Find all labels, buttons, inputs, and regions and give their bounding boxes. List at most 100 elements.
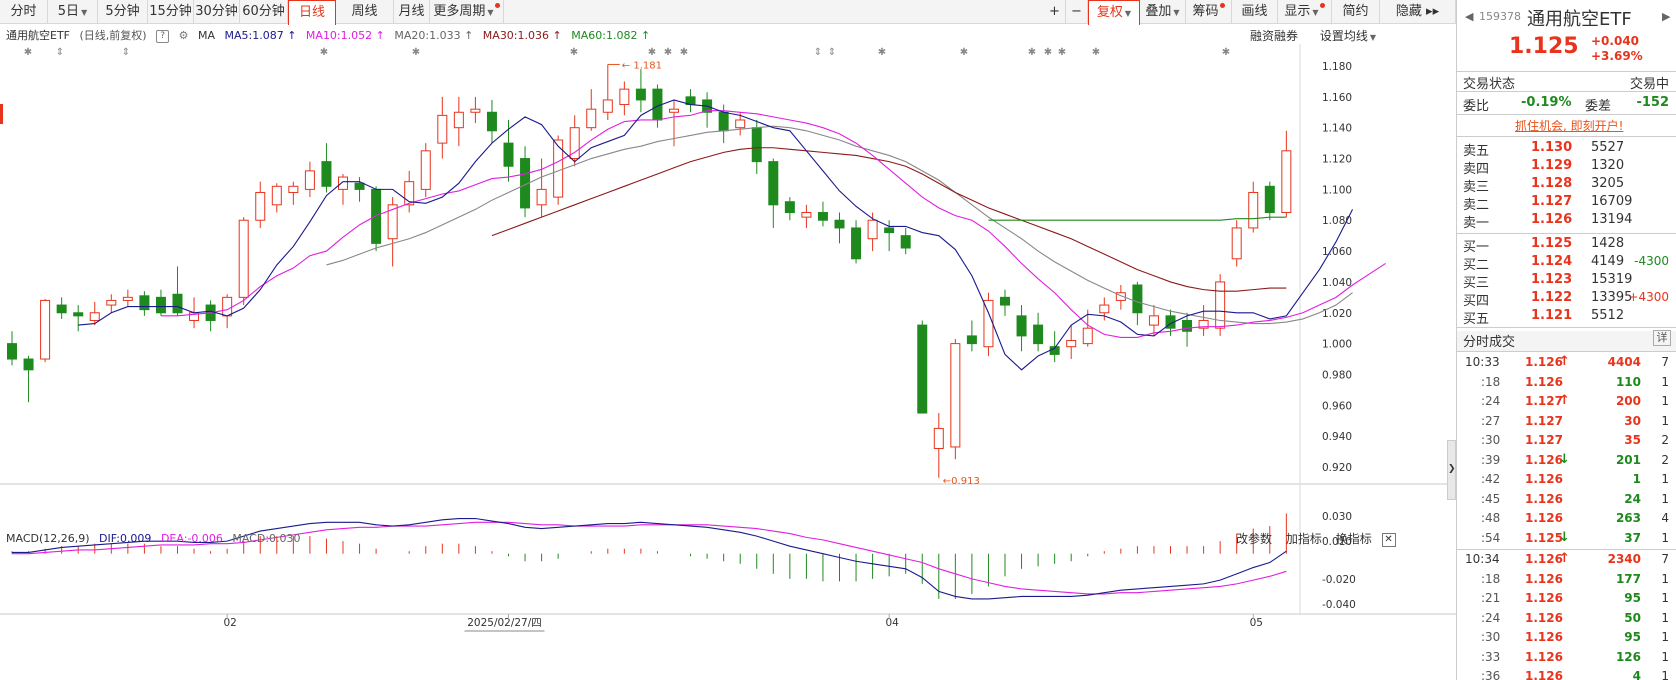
tick-price: 1.126 xyxy=(1525,472,1563,486)
period-tab-label: 日线 xyxy=(298,5,325,20)
tick-count: 7 xyxy=(1661,552,1669,566)
ask-price: 1.126 xyxy=(1531,212,1573,227)
tick-volume: 4404 xyxy=(1607,355,1641,369)
tick-price: 1.127 xyxy=(1525,413,1563,428)
candle-body xyxy=(900,235,911,249)
promo-link: 抓住机会, 即刻开户! xyxy=(1515,119,1624,133)
candle-body xyxy=(536,188,547,206)
switch-indicator-button[interactable]: 换指标 xyxy=(1336,532,1372,546)
candle-body xyxy=(801,212,812,218)
tick-price: 1.126 xyxy=(1525,669,1563,680)
tick-volume: 35 xyxy=(1624,433,1641,447)
candle-body xyxy=(1264,185,1275,214)
add-indicator-button[interactable]: 加指标 xyxy=(1286,532,1322,546)
ask-volume: 13194 xyxy=(1591,212,1633,227)
candle-body xyxy=(619,88,630,106)
divider xyxy=(1457,327,1676,328)
tool-button-label: 复权 xyxy=(1096,5,1123,20)
tick-volume: 201 xyxy=(1615,452,1641,467)
ma-label: MA xyxy=(197,29,215,42)
price-tick-label: 1.060 xyxy=(1322,246,1352,258)
panel-collapse-handle[interactable]: ❯ xyxy=(1447,440,1456,500)
high-label: ← 1.181 xyxy=(622,60,662,71)
bid-price: 1.122 xyxy=(1531,290,1573,305)
period-tab-15分钟[interactable]: 15分钟 xyxy=(148,0,194,24)
candle-body xyxy=(718,111,729,132)
tick-time: 10:33 xyxy=(1465,355,1500,369)
tick-volume: 4 xyxy=(1632,669,1641,680)
quote-panel: ◀ 159378 通用航空ETF ▶ 1.125 +0.040 +3.69% 交易状态 交易中委… xyxy=(1456,0,1676,680)
tool-button-label: 简约 xyxy=(1342,4,1369,19)
tool-button-叠加[interactable]: 叠加 ▼ xyxy=(1140,0,1186,24)
macd-title: MACD(12,26,9) xyxy=(6,532,90,545)
dea-value: DEA:-0.006 xyxy=(160,532,223,545)
price-change-pct: +3.69% xyxy=(1591,49,1643,63)
tick-volume: 37 xyxy=(1624,530,1641,545)
period-tab-60分钟[interactable]: 60分钟 xyxy=(240,0,288,24)
period-tab-30分钟[interactable]: 30分钟 xyxy=(194,0,240,24)
ma-settings-link[interactable]: 设置均线 xyxy=(1320,29,1368,43)
stock-chart-app: 分时 5日 ▼ 5分钟 15分钟 30分钟 60分钟 日线 周线 月线 更多周期 ▼ + − 复权 ▼ 叠加 ▼ 筹… xyxy=(0,0,1676,680)
ma5-line xyxy=(78,99,1354,371)
event-marker-icon: ⇕ xyxy=(122,47,130,58)
candle-body xyxy=(751,127,762,163)
period-tab-分时[interactable]: 分时 xyxy=(0,0,48,24)
tool-button-画线[interactable]: 画线 xyxy=(1232,0,1278,24)
tick-time: :24 xyxy=(1481,610,1501,625)
candle-body xyxy=(288,185,299,193)
candle-body xyxy=(1182,319,1193,332)
bid-price: 1.121 xyxy=(1531,308,1573,323)
period-tab-更多周期[interactable]: 更多周期 ▼ xyxy=(430,0,504,24)
candle-body xyxy=(586,108,597,129)
tool-button-复权[interactable]: 复权 ▼ xyxy=(1088,0,1140,25)
tool-button-简约[interactable]: 简约 xyxy=(1332,0,1380,24)
instrument-name: 通用航空ETF xyxy=(6,29,70,42)
last-price: 1.125 xyxy=(1509,34,1579,59)
tool-button-筹码[interactable]: 筹码 xyxy=(1186,0,1232,24)
candle-body xyxy=(89,312,100,321)
tick-time: :21 xyxy=(1481,591,1501,605)
tool-button-显示[interactable]: 显示 ▼ xyxy=(1278,0,1332,24)
candle-body xyxy=(1248,191,1259,229)
period-tab-5日[interactable]: 5日 ▼ xyxy=(48,0,98,24)
period-tab-label: 周线 xyxy=(351,4,378,19)
margin-trading-link[interactable]: 融资融券 xyxy=(1250,29,1298,43)
period-tab-5分钟[interactable]: 5分钟 xyxy=(98,0,148,24)
chevron-down-icon[interactable]: ▼ xyxy=(1370,33,1376,42)
period-toolbar: 分时 5日 ▼ 5分钟 15分钟 30分钟 60分钟 日线 周线 月线 更多周期 ▼ + − 复权 ▼ 叠加 ▼ 筹… xyxy=(0,0,1456,25)
tool-button-+[interactable]: + xyxy=(1044,0,1066,24)
tool-button-隐藏[interactable]: 隐藏 ▸▸ xyxy=(1380,0,1456,24)
tick-time: :54 xyxy=(1481,530,1501,545)
tool-button-−[interactable]: − xyxy=(1066,0,1088,24)
candle-body xyxy=(950,343,961,448)
ma60-value: MA60:1.082 ↑ xyxy=(571,29,651,42)
candle-body xyxy=(321,161,332,187)
tool-button-label: 显示 xyxy=(1284,4,1311,19)
change-params-button[interactable]: 改参数 xyxy=(1236,532,1272,546)
event-marker-icon: ⇕ xyxy=(828,47,836,58)
close-icon[interactable]: ✕ xyxy=(1381,532,1396,547)
ticks-detail-button[interactable]: 详 xyxy=(1653,330,1671,346)
candle-body xyxy=(768,161,779,206)
tick-count: 1 xyxy=(1661,472,1669,486)
event-marker-icon: ✱ xyxy=(412,47,420,58)
tick-time: :39 xyxy=(1481,452,1501,467)
tick-count: 2 xyxy=(1661,452,1669,467)
help-icon[interactable]: ? xyxy=(156,29,170,43)
price-tick-label: 1.180 xyxy=(1322,61,1352,73)
period-tab-周线[interactable]: 周线 xyxy=(336,0,394,24)
bid-volume: 1428 xyxy=(1591,236,1625,251)
divider xyxy=(1457,136,1676,137)
tick-price: 1.126 xyxy=(1525,610,1563,625)
settings-gear-icon[interactable]: ⚙ xyxy=(179,29,189,42)
kline-chart[interactable]: ✱ ⇕ ⇕ ✱ ✱ ✱ ✱ ✱ ✱ ⇕ ⇕ ✱ ✱ ✱ ✱ ✱ ✱ ✱ 1.180 1.160 1.140 1.120 1.… xyxy=(0,44,1456,680)
chevron-down-icon: ▼ xyxy=(1173,8,1180,17)
tool-button-label: 筹码 xyxy=(1192,4,1219,19)
candle-body xyxy=(255,191,266,221)
period-tab-月线[interactable]: 月线 xyxy=(394,0,430,24)
period-tab-日线[interactable]: 日线 xyxy=(288,0,336,25)
wb-label: 委比 xyxy=(1463,99,1490,114)
candle-body xyxy=(817,212,828,221)
candle-body xyxy=(1281,150,1292,214)
notification-dot-icon xyxy=(1219,3,1225,8)
